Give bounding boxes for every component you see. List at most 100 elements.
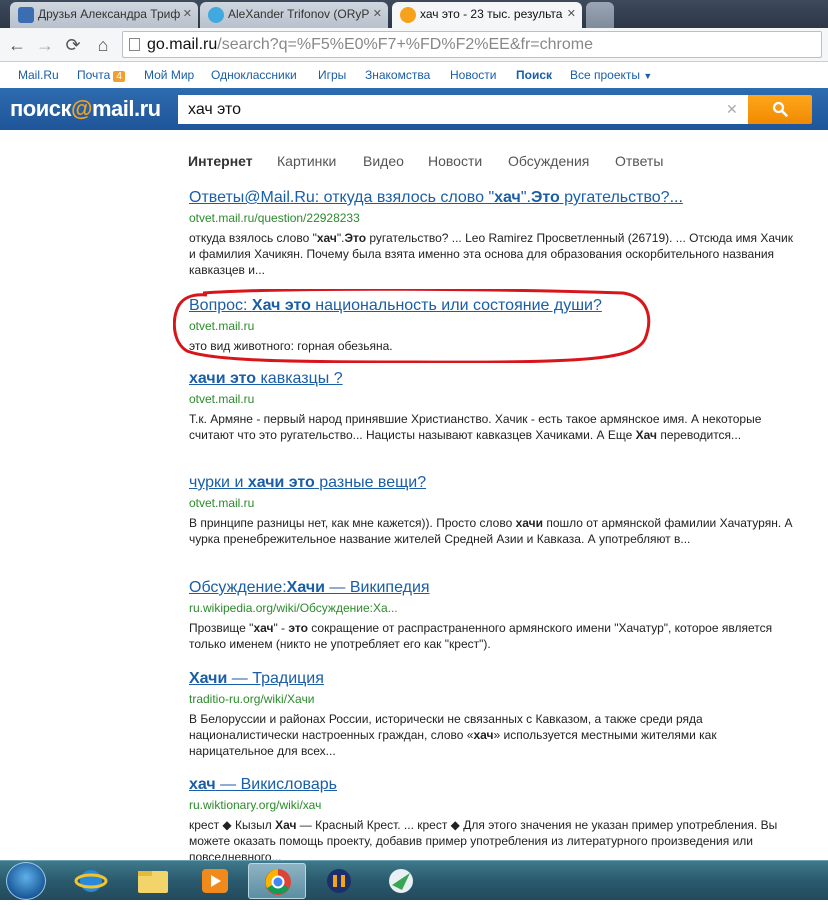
audio-editor-icon[interactable] [310, 863, 368, 899]
result-snippet: крест ◆ Кызыл Хач — Красный Крест. ... к… [189, 817, 799, 865]
search-result: хачи это кавказцы ? otvet.mail.ru Т.к. А… [189, 369, 799, 443]
tab-discussions[interactable]: Обсуждения [508, 153, 589, 169]
title-text: ". [520, 189, 531, 206]
title-text: чурки и [189, 474, 248, 491]
explorer-icon[interactable] [124, 863, 182, 899]
title-highlight: хачи это [247, 474, 315, 491]
result-url[interactable]: otvet.mail.ru [189, 495, 799, 512]
nav-search[interactable]: Поиск [516, 68, 552, 82]
nav-games[interactable]: Игры [318, 68, 346, 82]
page-icon [129, 38, 140, 51]
new-tab-button[interactable] [586, 2, 614, 28]
logo-left: поиск [10, 96, 72, 121]
result-url[interactable]: ru.wikipedia.org/wiki/Обсуждение:Ха... [189, 600, 799, 617]
start-orb[interactable] [6, 862, 46, 900]
snippet-text: Прозвище " [189, 621, 254, 635]
result-title[interactable]: Обсуждение:Хачи — Википедия [189, 578, 799, 598]
title-text: ругательство?... [559, 189, 683, 206]
title-highlight: хач [494, 189, 521, 206]
nav-moimir[interactable]: Мой Мир [144, 68, 194, 82]
red-annotation-circle [173, 289, 651, 363]
close-icon[interactable]: ✕ [373, 7, 382, 20]
logo-at: @ [71, 96, 92, 121]
snippet-text: крест ◆ Кызыл [189, 818, 276, 832]
tab-answers[interactable]: Ответы [615, 153, 663, 169]
network-app-icon[interactable] [372, 863, 430, 899]
search-result: Ответы@Mail.Ru: откуда взялось слово "ха… [189, 188, 799, 278]
result-url[interactable]: otvet.mail.ru/question/22928233 [189, 210, 799, 227]
reload-icon[interactable]: ⟳ [62, 34, 84, 56]
title-text: — Википедия [324, 579, 430, 596]
snippet-highlight: хач [473, 728, 494, 742]
logo-right: mail.ru [91, 96, 161, 121]
title-text: разные вещи? [314, 474, 427, 491]
nav-all-label: Все проекты [570, 68, 641, 82]
nav-news[interactable]: Новости [450, 68, 496, 82]
result-url[interactable]: otvet.mail.ru [189, 391, 799, 408]
browser-toolbar: ← → ⟳ ⌂ go.mail.ru/search?q=%F5%E0%F7+%F… [0, 28, 828, 62]
clear-icon[interactable]: ✕ [726, 101, 738, 118]
nav-mailru[interactable]: Mail.Ru [18, 68, 59, 82]
snippet-highlight: хач [316, 231, 337, 245]
result-title[interactable]: чурки и хачи это разные вещи? [189, 473, 799, 493]
result-snippet: Т.к. Армяне - первый народ принявшие Хри… [189, 411, 799, 443]
video-icon [18, 7, 34, 23]
browser-tab-2[interactable]: AleXander Trifonov (ORyP ✕ [200, 2, 388, 28]
snippet-text: откуда взялось слово " [189, 231, 317, 245]
result-url[interactable]: traditio-ru.org/wiki/Хачи [189, 691, 799, 708]
search-result: хач — Викисловарь ru.wiktionary.org/wiki… [189, 775, 799, 865]
result-title[interactable]: хачи это кавказцы ? [189, 369, 799, 389]
search-result: Обсуждение:Хачи — Википедия ru.wikipedia… [189, 578, 799, 652]
tab-internet[interactable]: Интернет [188, 153, 253, 169]
snippet-highlight: хачи [515, 516, 544, 530]
nav-pochta[interactable]: Почта 4 [77, 68, 125, 82]
result-snippet: откуда взялось слово "хач".Это ругательс… [189, 230, 799, 278]
media-player-icon[interactable] [186, 863, 244, 899]
title-highlight: хач [189, 776, 216, 793]
chrome-icon[interactable] [248, 863, 306, 899]
result-url[interactable]: ru.wiktionary.org/wiki/хач [189, 797, 799, 814]
address-bar[interactable]: go.mail.ru/search?q=%F5%E0%F7+%FD%F2%EE&… [122, 31, 822, 58]
url-host: go.mail.ru [147, 36, 218, 53]
browser-tab-1[interactable]: Друзья Александра Триф ✕ [10, 2, 198, 28]
title-text: кавказцы ? [256, 370, 343, 387]
tab-images[interactable]: Картинки [277, 153, 336, 169]
tab-news[interactable]: Новости [428, 153, 482, 169]
search-input[interactable]: хач это [178, 95, 748, 124]
snippet-text: " - [273, 621, 289, 635]
snippet-text: переводится... [656, 428, 742, 442]
tab-video[interactable]: Видео [363, 153, 404, 169]
result-snippet: Прозвище "хач" - это сокращение от распр… [189, 620, 799, 652]
back-icon[interactable]: ← [6, 34, 28, 56]
search-logo[interactable]: поиск@mail.ru [10, 96, 161, 122]
windows-taskbar [0, 860, 828, 900]
title-text: — Традиция [227, 670, 324, 687]
browser-tab-3[interactable]: хач это - 23 тыс. результа ✕ [392, 2, 582, 28]
snippet-highlight: хач [253, 621, 274, 635]
tab-label: Друзья Александра Триф [38, 7, 181, 21]
result-title[interactable]: хач — Викисловарь [189, 775, 799, 795]
nav-dating[interactable]: Знакомства [365, 68, 430, 82]
snippet-highlight: Это [344, 231, 367, 245]
forward-icon[interactable]: → [34, 34, 56, 56]
result-snippet: В Белоруссии и районах России, историчес… [189, 711, 799, 759]
snippet-highlight: Хач [275, 818, 297, 832]
home-icon[interactable]: ⌂ [92, 34, 114, 56]
ie-icon[interactable] [62, 863, 120, 899]
nav-ok[interactable]: Одноклассники [211, 68, 297, 82]
title-text: Обсуждение: [189, 579, 287, 596]
url-path: /search?q=%F5%E0%F7+%FD%F2%EE&fr=chrome [217, 36, 593, 53]
result-snippet: В принципе разницы нет, как мне кажется)… [189, 515, 799, 547]
snippet-highlight: это [288, 621, 308, 635]
search-button[interactable] [748, 95, 812, 124]
result-title[interactable]: Хачи — Традиция [189, 669, 799, 689]
close-icon[interactable]: ✕ [567, 7, 576, 20]
result-title[interactable]: Ответы@Mail.Ru: откуда взялось слово "ха… [189, 188, 799, 208]
close-icon[interactable]: ✕ [183, 7, 192, 20]
browser-tab-strip: Друзья Александра Триф ✕ AleXander Trifo… [0, 0, 828, 28]
search-result: чурки и хачи это разные вещи? otvet.mail… [189, 473, 799, 547]
search-result: Хачи — Традиция traditio-ru.org/wiki/Хач… [189, 669, 799, 759]
title-highlight: Хачи [189, 670, 228, 687]
nav-all-projects[interactable]: Все проекты ▼ [570, 68, 652, 82]
snippet-highlight: Хач [635, 428, 657, 442]
